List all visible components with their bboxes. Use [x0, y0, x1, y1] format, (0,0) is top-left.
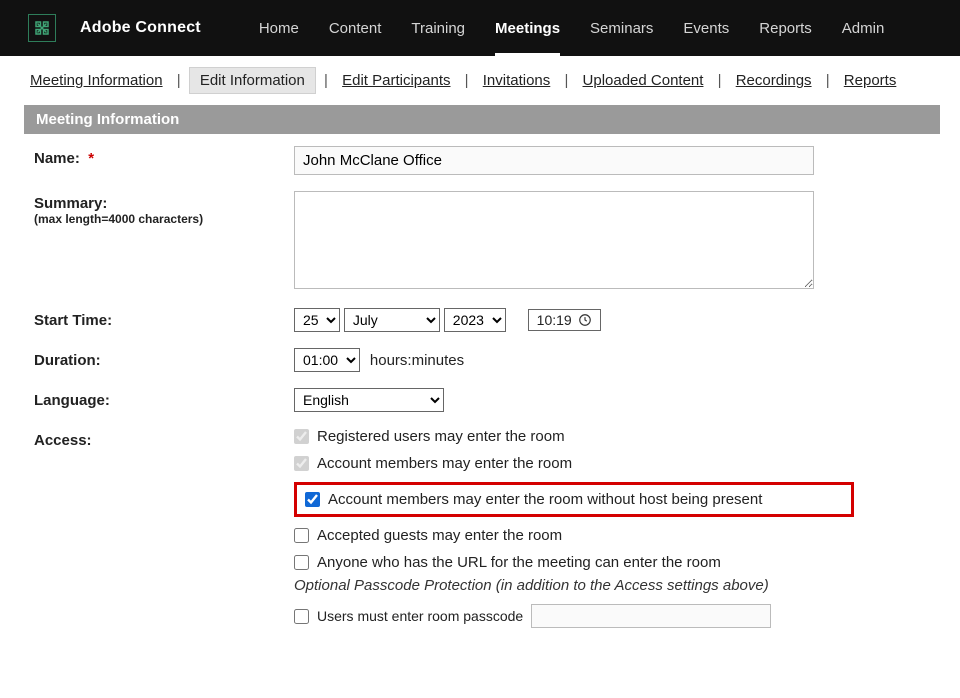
start-time-box[interactable]: 10:19	[528, 309, 601, 331]
row-access: Access: Registered users may enter the r…	[34, 428, 936, 628]
clock-icon	[578, 313, 592, 327]
separator: |	[556, 72, 576, 89]
access-label-0: Registered users may enter the room	[317, 428, 565, 445]
separator: |	[709, 72, 729, 89]
label-name: Name: *	[34, 146, 294, 167]
access-checkbox-2[interactable]	[305, 492, 320, 507]
label-summary-text: Summary:	[34, 195, 107, 212]
row-name: Name: *	[34, 146, 936, 175]
passcode-label: Users must enter room passcode	[317, 608, 523, 624]
separator: |	[818, 72, 838, 89]
row-summary: Summary: (max length=4000 characters)	[34, 191, 936, 292]
topbar: Adobe Connect Home Content Training Meeting…	[0, 0, 960, 56]
access-checkbox-0	[294, 429, 309, 444]
nav-item-seminars[interactable]: Seminars	[590, 0, 653, 56]
subtab-meeting-information[interactable]: Meeting Information	[24, 68, 169, 93]
passcode-note: Optional Passcode Protection (in additio…	[294, 577, 936, 594]
subtab-invitations[interactable]: Invitations	[477, 68, 557, 93]
access-label-3: Accepted guests may enter the room	[317, 527, 562, 544]
subtab-edit-participants[interactable]: Edit Participants	[336, 68, 456, 93]
subtab-reports[interactable]: Reports	[838, 68, 903, 93]
access-option-2: Account members may enter the room witho…	[294, 482, 854, 517]
section-title: Meeting Information	[24, 105, 940, 134]
duration-select[interactable]: 01:00	[294, 348, 360, 372]
label-language: Language:	[34, 388, 294, 409]
sub-tabs: Meeting Information | Edit Information |…	[0, 56, 960, 99]
passcode-row: Users must enter room passcode	[294, 604, 936, 628]
access-option-0: Registered users may enter the room	[294, 428, 936, 445]
row-duration: Duration: 01:00 hours:minutes	[34, 348, 936, 372]
label-summary: Summary: (max length=4000 characters)	[34, 191, 294, 226]
summary-textarea[interactable]	[294, 191, 814, 289]
label-duration: Duration:	[34, 348, 294, 369]
edit-form: Name: * Summary: (max length=4000 charac…	[0, 146, 960, 674]
required-marker: *	[88, 150, 94, 167]
language-select[interactable]: English	[294, 388, 444, 412]
duration-suffix: hours:minutes	[370, 352, 464, 369]
brand-logo	[28, 14, 56, 42]
label-name-text: Name:	[34, 150, 80, 167]
label-summary-sub: (max length=4000 characters)	[34, 212, 294, 226]
passcode-input[interactable]	[531, 604, 771, 628]
logo-icon	[33, 19, 51, 37]
access-label-2: Account members may enter the room witho…	[328, 491, 762, 508]
row-start-time: Start Time: 25 July 2023 10:19	[34, 308, 936, 332]
start-year-select[interactable]: 2023	[444, 308, 506, 332]
access-label-1: Account members may enter the room	[317, 455, 572, 472]
subtab-uploaded-content[interactable]: Uploaded Content	[577, 68, 710, 93]
access-checkbox-1	[294, 456, 309, 471]
name-input[interactable]	[294, 146, 814, 175]
separator: |	[316, 72, 336, 89]
passcode-checkbox[interactable]	[294, 609, 309, 624]
separator: |	[169, 72, 189, 89]
subtab-recordings[interactable]: Recordings	[730, 68, 818, 93]
row-language: Language: English	[34, 388, 936, 412]
separator: |	[457, 72, 477, 89]
start-month-select[interactable]: July	[344, 308, 440, 332]
label-access: Access:	[34, 428, 294, 449]
nav-item-reports[interactable]: Reports	[759, 0, 812, 56]
main-nav: Home Content Training Meetings Seminars Event…	[259, 0, 885, 56]
brand-name: Adobe Connect	[80, 19, 201, 37]
subtab-edit-information[interactable]: Edit Information	[189, 67, 316, 94]
access-checkbox-4[interactable]	[294, 555, 309, 570]
label-start-time: Start Time:	[34, 308, 294, 329]
nav-item-admin[interactable]: Admin	[842, 0, 885, 56]
access-option-1: Account members may enter the room	[294, 455, 936, 472]
access-checkbox-3[interactable]	[294, 528, 309, 543]
access-label-4: Anyone who has the URL for the meeting c…	[317, 554, 721, 571]
nav-item-training[interactable]: Training	[411, 0, 465, 56]
nav-item-events[interactable]: Events	[683, 0, 729, 56]
nav-item-meetings[interactable]: Meetings	[495, 0, 560, 56]
nav-item-content[interactable]: Content	[329, 0, 382, 56]
access-option-3: Accepted guests may enter the room	[294, 527, 936, 544]
nav-item-home[interactable]: Home	[259, 0, 299, 56]
access-list: Registered users may enter the room Accou…	[294, 428, 936, 571]
start-day-select[interactable]: 25	[294, 308, 340, 332]
start-time-value: 10:19	[537, 312, 572, 328]
access-option-4: Anyone who has the URL for the meeting c…	[294, 554, 936, 571]
